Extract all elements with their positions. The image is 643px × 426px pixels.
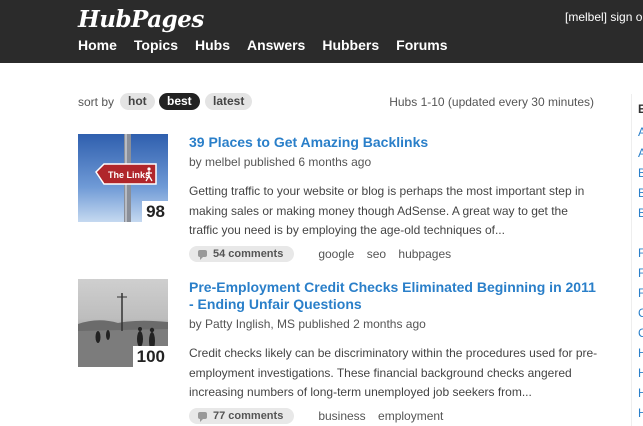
comment-bubble-icon: [198, 250, 207, 260]
sidebar-link[interactable]: B: [638, 166, 643, 180]
comment-bubble-icon: [198, 412, 207, 422]
sidebar-link[interactable]: B: [638, 206, 643, 220]
tag-link[interactable]: google: [318, 247, 354, 261]
hub-summary: Credit checks likely can be discriminato…: [189, 346, 598, 399]
comments-count: 54 comments: [213, 247, 284, 260]
sort-latest[interactable]: latest: [205, 93, 253, 110]
sort-hot[interactable]: hot: [120, 93, 155, 110]
hub-tags: google seo hubpages: [318, 247, 460, 261]
nav-answers[interactable]: Answers: [247, 37, 305, 53]
hub-summary: Getting traffic to your website or blog …: [189, 184, 585, 237]
nav-hubbers[interactable]: Hubbers: [322, 37, 379, 53]
sidebar-link[interactable]: F: [638, 286, 643, 300]
hub-byline: by melbel published 6 months ago: [189, 155, 372, 169]
hub-thumbnail[interactable]: 100: [78, 279, 168, 367]
sidebar-link[interactable]: H: [638, 366, 643, 380]
right-sidebar: E A A B B B F F F C C H H H H: [631, 94, 643, 426]
hub-meta: 77 comments business employment: [189, 407, 599, 424]
comments-button[interactable]: 77 comments: [189, 407, 295, 424]
hub-title-link[interactable]: 39 Places to Get Amazing Backlinks: [189, 134, 599, 151]
sidebar-link[interactable]: C: [638, 326, 643, 340]
sidebar-link[interactable]: F: [638, 266, 643, 280]
hub-item: The Links 98 39 Places to Get Amazing Ba…: [78, 134, 598, 262]
sidebar-link[interactable]: F: [638, 246, 643, 260]
sign-text: The Links: [108, 170, 150, 180]
hub-body: Pre-Employment Credit Checks Eliminated …: [189, 279, 599, 424]
tag-link[interactable]: hubpages: [398, 247, 451, 261]
nav-hubs[interactable]: Hubs: [195, 37, 230, 53]
hub-score: 100: [132, 346, 168, 367]
nav-forums[interactable]: Forums: [396, 37, 447, 53]
tag-link[interactable]: employment: [378, 409, 443, 423]
site-header: HubPages [melbel] sign o Home Topics Hub…: [0, 0, 643, 63]
sidebar-link[interactable]: H: [638, 386, 643, 400]
sidebar-heading: E: [638, 102, 643, 116]
hub-byline: by Patty Inglish, MS published 2 months …: [189, 317, 426, 331]
comments-button[interactable]: 54 comments: [189, 245, 295, 262]
hub-body: 39 Places to Get Amazing Backlinks by me…: [189, 134, 599, 262]
nav-topics[interactable]: Topics: [134, 37, 178, 53]
tag-link[interactable]: business: [318, 409, 365, 423]
hubpages-logo[interactable]: HubPages: [78, 6, 204, 33]
sidebar-link[interactable]: A: [638, 125, 643, 139]
sidebar-link[interactable]: A: [638, 146, 643, 160]
sidebar-link[interactable]: B: [638, 186, 643, 200]
hub-title-link[interactable]: Pre-Employment Credit Checks Eliminated …: [189, 279, 599, 313]
user-links[interactable]: [melbel] sign o: [565, 10, 642, 24]
sort-label: sort by: [78, 95, 115, 109]
comments-count: 77 comments: [213, 409, 284, 422]
sidebar-link[interactable]: H: [638, 406, 643, 420]
sidebar-link[interactable]: C: [638, 306, 643, 320]
hub-score: 98: [142, 201, 168, 222]
hub-tags: business employment: [318, 409, 452, 423]
main-nav: Home Topics Hubs Answers Hubbers Forums: [78, 37, 464, 53]
tag-link[interactable]: seo: [367, 247, 386, 261]
sort-bar: sort by hot best latest Hubs 1-10 (updat…: [78, 93, 594, 111]
hubs-count-text: Hubs 1-10 (updated every 30 minutes): [389, 95, 594, 109]
nav-home[interactable]: Home: [78, 37, 117, 53]
sort-best[interactable]: best: [159, 93, 200, 110]
hub-thumbnail[interactable]: The Links 98: [78, 134, 168, 222]
hub-meta: 54 comments google seo hubpages: [189, 245, 599, 262]
sidebar-link[interactable]: H: [638, 346, 643, 360]
hub-item: 100 Pre-Employment Credit Checks Elimina…: [78, 279, 598, 424]
